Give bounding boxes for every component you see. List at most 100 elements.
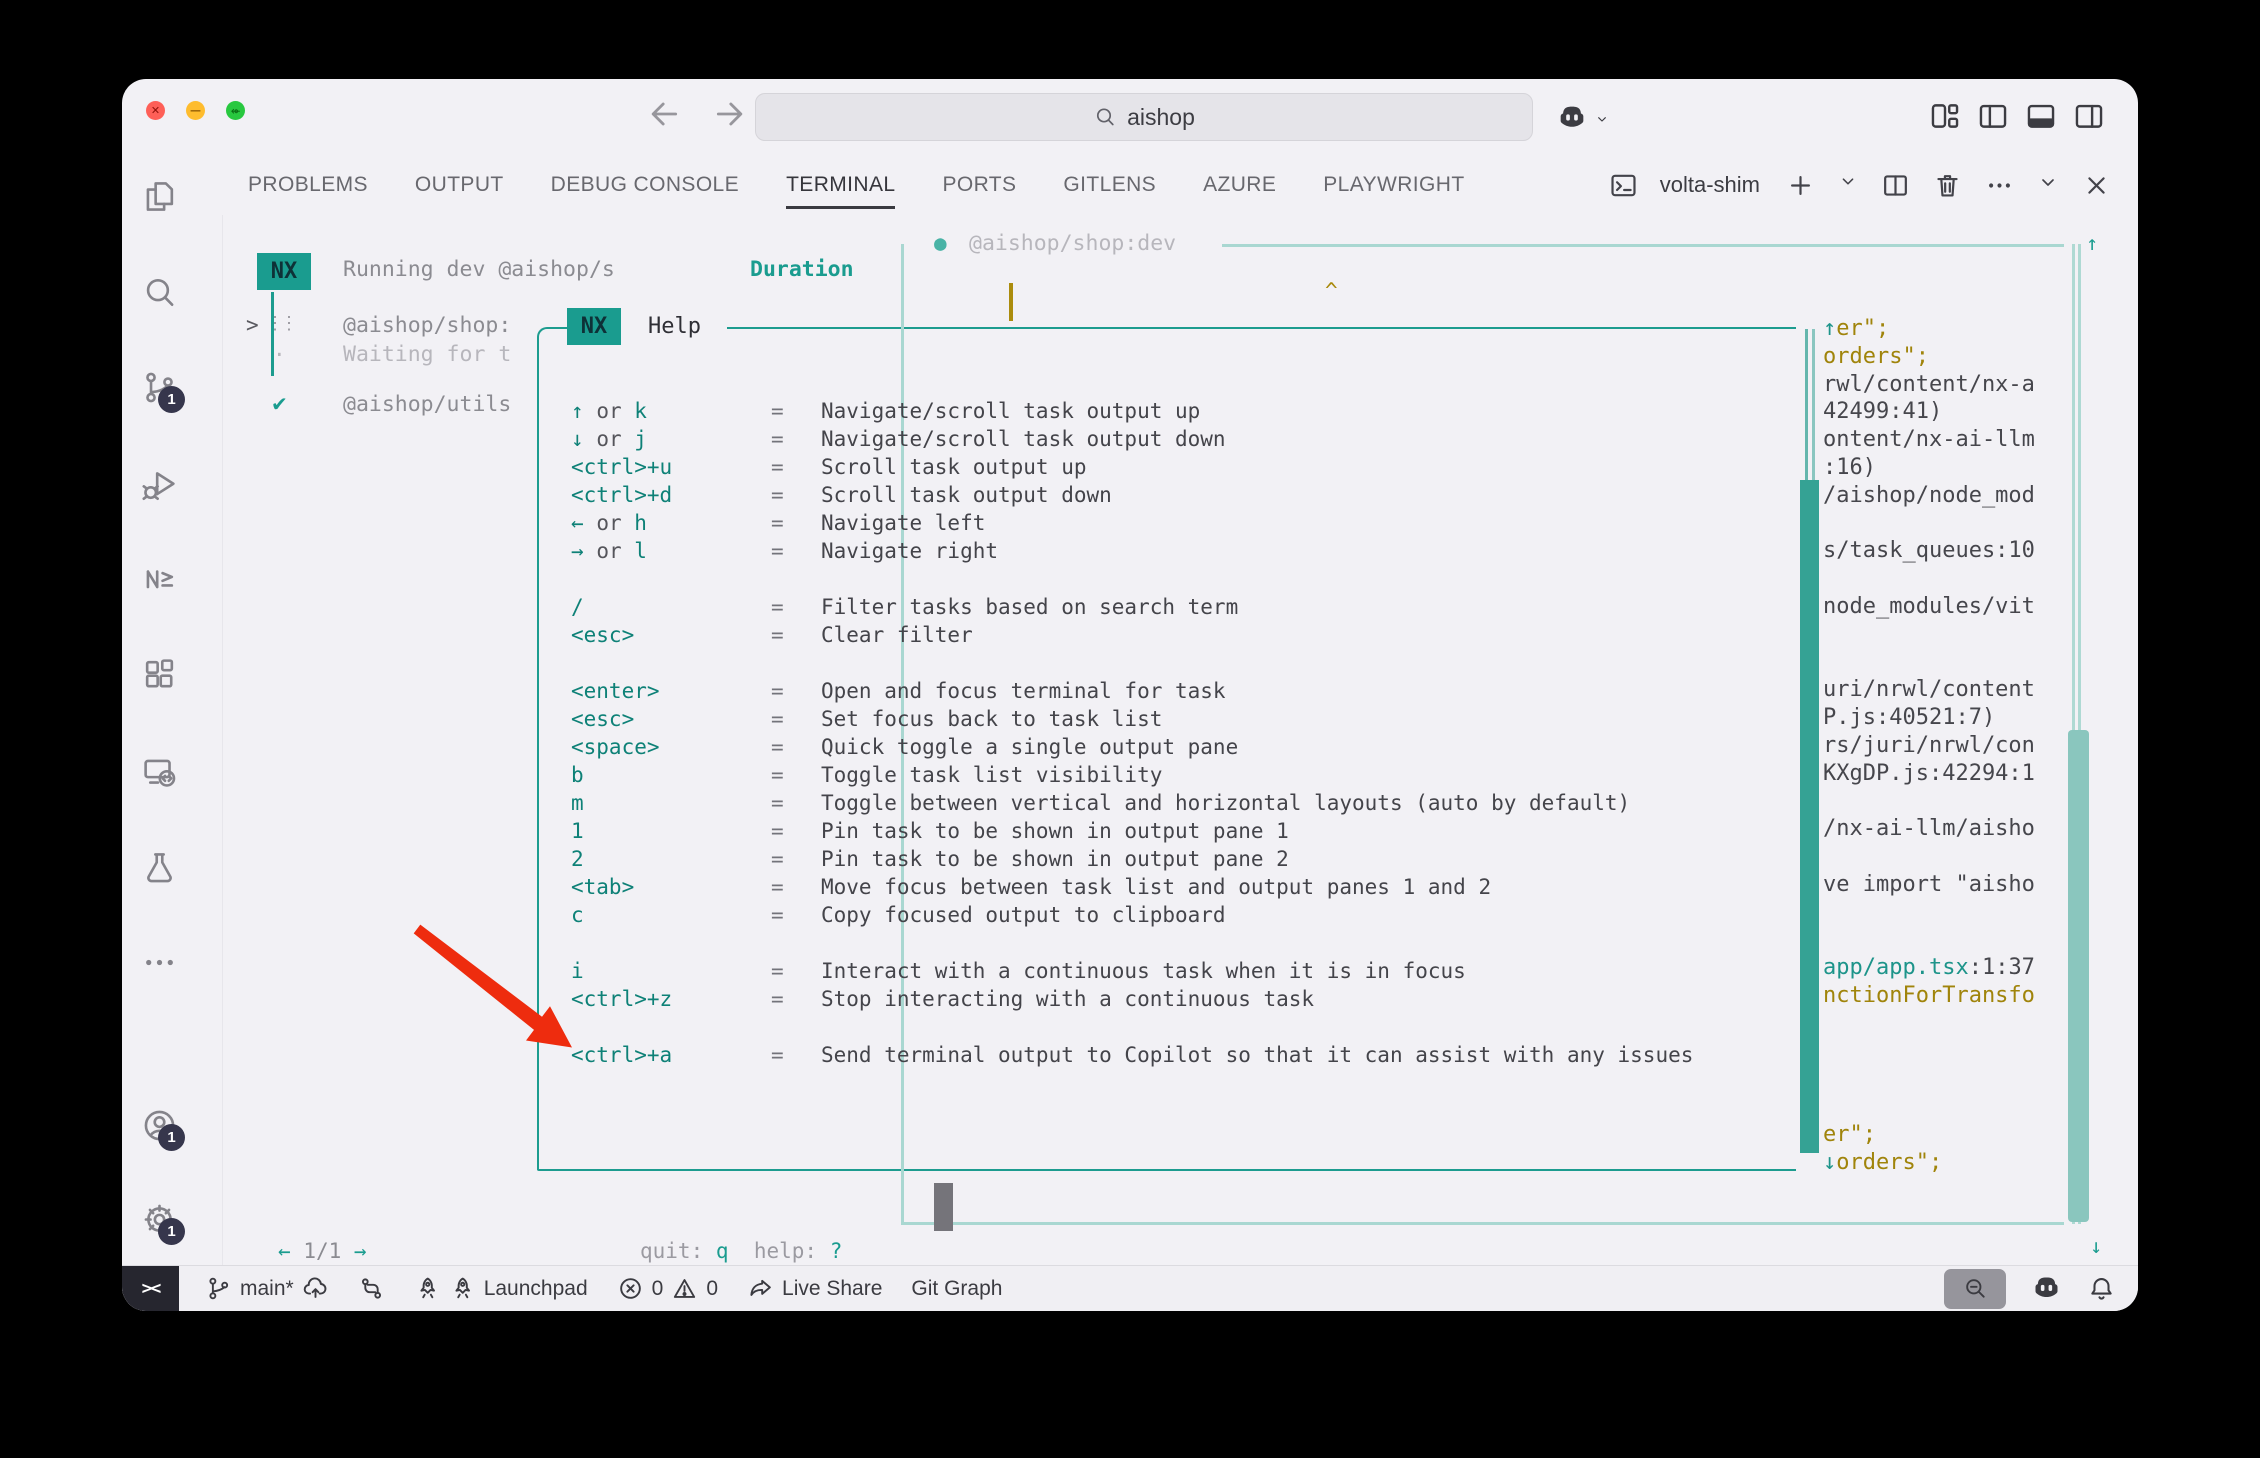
- help-shortcut-list: ↑ or k=Navigate/scroll task output up↓ o…: [571, 397, 1693, 1069]
- live-share-item[interactable]: Live Share: [747, 1275, 882, 1302]
- tab-azure[interactable]: AZURE: [1203, 155, 1276, 215]
- status-left: main* Launchpad 0 0 Live Share: [205, 1275, 1944, 1302]
- terminal-icon: [1608, 170, 1639, 201]
- task-done-name[interactable]: @aishop/utils: [343, 392, 511, 417]
- compare-refs-icon: [358, 1275, 385, 1302]
- activity-item-more-icon[interactable]: [141, 944, 178, 981]
- output-line: [1823, 1038, 2079, 1066]
- copilot-chevron-icon[interactable]: [1594, 111, 1610, 127]
- output-pane-bottom-border: [901, 1222, 2064, 1225]
- terminal-controls: volta-shim: [1608, 155, 2112, 215]
- toggle-primary-sidebar-icon[interactable]: [1976, 99, 2010, 133]
- remote-indicator[interactable]: ><: [122, 1266, 179, 1311]
- task-sub-status: Waiting for t: [343, 342, 511, 367]
- zoom-out-icon: [1962, 1275, 1989, 1302]
- output-pane-bullet: ●: [934, 231, 947, 255]
- copilot-status-icon[interactable]: [2030, 1272, 2063, 1305]
- panel-chevron-down-icon[interactable]: [2036, 170, 2060, 201]
- history-forward-icon[interactable]: [710, 94, 750, 138]
- kill-terminal-button[interactable]: [1932, 170, 1963, 201]
- help-row: /=Filter tasks based on search term: [571, 593, 1693, 621]
- scroll-down-arrow[interactable]: ↓: [2090, 1234, 2102, 1258]
- output-pane-top-border: [1222, 244, 2064, 247]
- help-row: → or l=Navigate right: [571, 537, 1693, 565]
- output-line: [1823, 899, 2079, 927]
- terminal-name[interactable]: volta-shim: [1660, 172, 1760, 198]
- tab-problems[interactable]: PROBLEMS: [248, 155, 368, 215]
- zoom-out-button[interactable]: [1944, 1269, 2006, 1309]
- activity-item-nx-icon[interactable]: [141, 560, 178, 597]
- launchpad-item[interactable]: Launchpad: [414, 1275, 588, 1302]
- close-window-button[interactable]: ✕: [146, 101, 165, 120]
- git-graph-item[interactable]: Git Graph: [911, 1277, 1002, 1301]
- tab-output[interactable]: OUTPUT: [415, 155, 504, 215]
- output-line: [1823, 1010, 2079, 1038]
- help-row: <ctrl>+u=Scroll task output up: [571, 453, 1693, 481]
- new-terminal-button[interactable]: [1785, 170, 1816, 201]
- help-row: [571, 565, 1693, 593]
- output-line: KXgDP.js:42294:1: [1823, 760, 2079, 788]
- help-row: <tab>=Move focus between task list and o…: [571, 873, 1693, 901]
- sync-cloud-icon[interactable]: [302, 1275, 329, 1302]
- output-line: ↑er";: [1823, 315, 2079, 343]
- help-row: i=Interact with a continuous task when i…: [571, 957, 1693, 985]
- notifications-bell-icon[interactable]: [2087, 1274, 2116, 1303]
- warnings-icon: [671, 1275, 698, 1302]
- output-line: [1823, 649, 2079, 677]
- minimize-window-button[interactable]: —: [186, 101, 205, 120]
- task-done-check-icon: ✔: [271, 392, 288, 416]
- output-line: /nx-ai-llm/aisho: [1823, 815, 2079, 843]
- help-row: <enter>=Open and focus terminal for task: [571, 677, 1693, 705]
- tab-playwright[interactable]: PLAYWRIGHT: [1323, 155, 1464, 215]
- more-actions-button[interactable]: [1984, 170, 2015, 201]
- terminal-launch-chevron-icon[interactable]: [1837, 170, 1859, 201]
- customize-layout-icon[interactable]: [1928, 99, 1962, 133]
- output-line: orders";: [1823, 343, 2079, 371]
- activity-item-search-icon[interactable]: [141, 274, 178, 311]
- activity-item-debug-icon[interactable]: [141, 466, 178, 503]
- copilot-icon[interactable]: [1555, 101, 1589, 135]
- nx-runner-title: Running dev @aishop/s: [343, 257, 615, 282]
- nx-duration-header: Duration: [750, 257, 854, 282]
- activity-item-extensions-icon[interactable]: [141, 656, 178, 693]
- help-row: <esc>=Set focus back to task list: [571, 705, 1693, 733]
- command-center-search[interactable]: aishop: [755, 93, 1533, 141]
- zoom-window-button[interactable]: ⬰: [226, 101, 245, 120]
- output-line: /aishop/node_mod: [1823, 482, 2079, 510]
- output-line: node_modules/vit: [1823, 593, 2079, 621]
- history-back-icon[interactable]: [644, 94, 684, 138]
- pager[interactable]: ← 1/1 →: [278, 1239, 367, 1263]
- help-row: <ctrl>+d=Scroll task output down: [571, 481, 1693, 509]
- search-value: aishop: [1127, 104, 1195, 131]
- problems-item[interactable]: 0 0: [617, 1275, 718, 1302]
- activity-badge: 1: [158, 1218, 185, 1245]
- task-grip-icon[interactable]: ⋮⋮: [266, 313, 294, 334]
- activity-item-explorer-icon[interactable]: [141, 178, 178, 215]
- annotation-arrow: [392, 899, 612, 1079]
- tab-gitlens[interactable]: GITLENS: [1063, 155, 1156, 215]
- toggle-secondary-sidebar-icon[interactable]: [2072, 99, 2106, 133]
- branch-item[interactable]: main*: [205, 1275, 329, 1302]
- activity-bar-divider: [222, 215, 223, 1266]
- output-pane-title[interactable]: @aishop/shop:dev: [969, 231, 1176, 256]
- close-panel-button[interactable]: [2081, 170, 2112, 201]
- activity-item-testing-icon[interactable]: [141, 849, 178, 886]
- tab-terminal[interactable]: TERMINAL: [786, 155, 895, 215]
- toggle-panel-icon[interactable]: [2024, 99, 2058, 133]
- tab-ports[interactable]: PORTS: [942, 155, 1016, 215]
- activity-item-remote-icon[interactable]: [141, 754, 178, 791]
- task-name[interactable]: @aishop/shop:: [343, 313, 511, 338]
- help-row: b=Toggle task list visibility: [571, 761, 1693, 789]
- help-scrollbar-thumb[interactable]: [1800, 480, 1819, 1153]
- help-row: ← or h=Navigate left: [571, 509, 1693, 537]
- split-terminal-button[interactable]: [1880, 170, 1911, 201]
- output-line: [1823, 1066, 2079, 1094]
- output-line: [1823, 565, 2079, 593]
- task-expand-arrow[interactable]: >: [246, 313, 259, 337]
- tab-debug-console[interactable]: DEBUG CONSOLE: [551, 155, 739, 215]
- help-row: ↑ or k=Navigate/scroll task output up: [571, 397, 1693, 425]
- output-line: P.js:40521:7): [1823, 704, 2079, 732]
- output-line: [1823, 1093, 2079, 1121]
- scroll-up-arrow[interactable]: ↑: [2086, 231, 2098, 255]
- compare-item[interactable]: [358, 1275, 385, 1302]
